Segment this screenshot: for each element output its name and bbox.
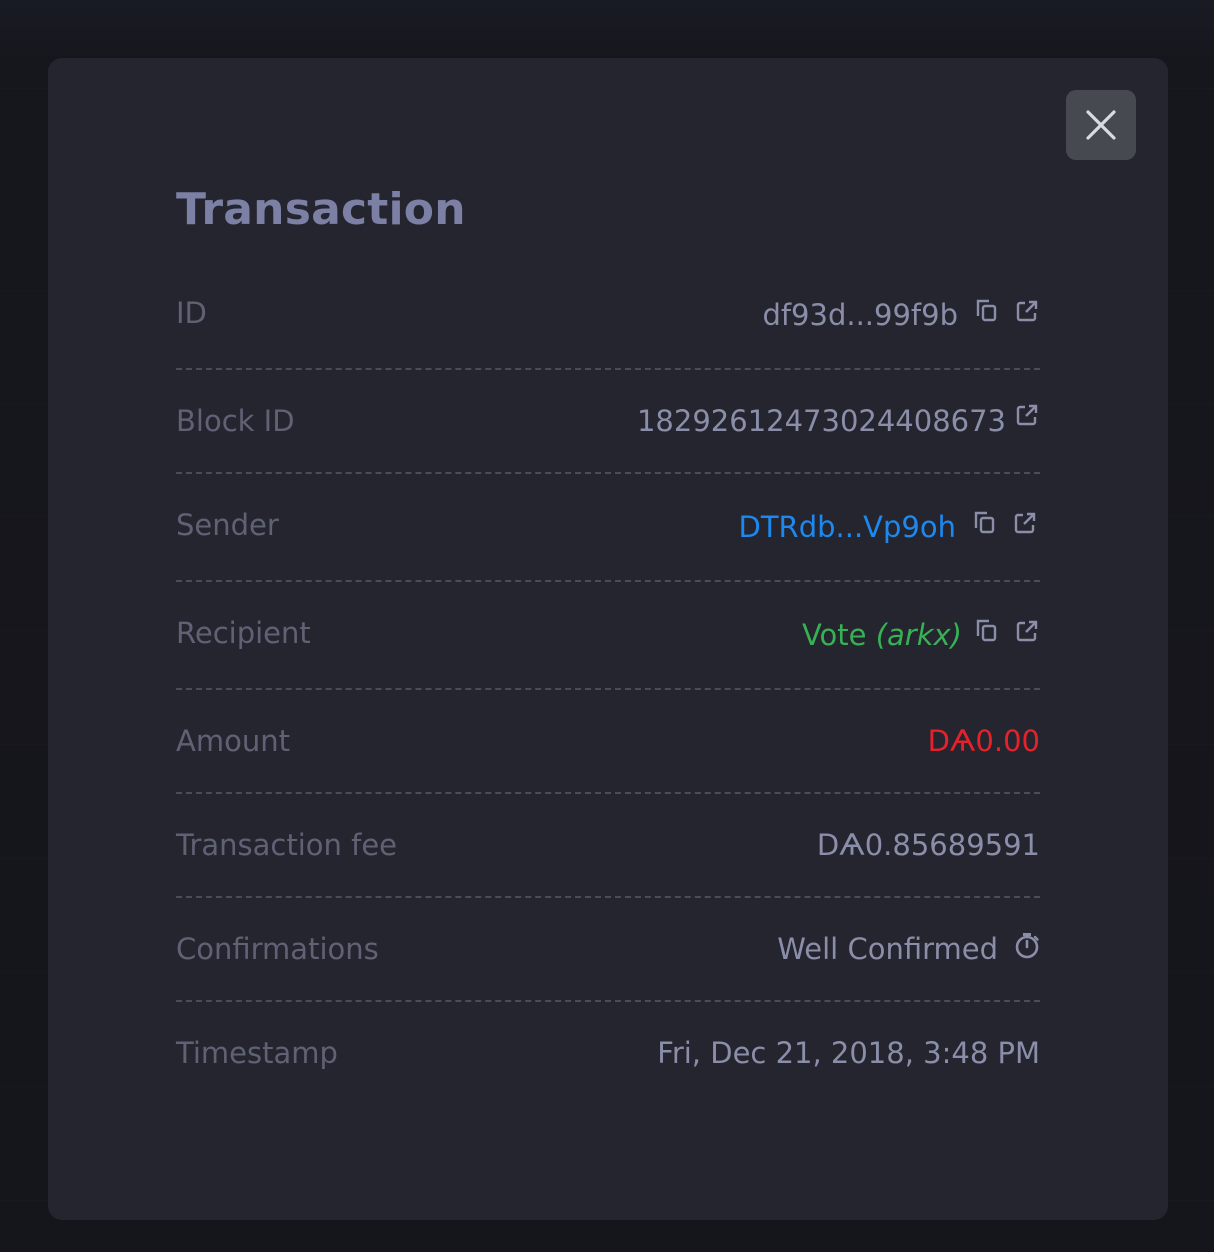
fee-label: Transaction fee (176, 828, 398, 862)
transaction-modal: Transaction ID df93d...99f9b Block ID 18… (48, 58, 1168, 1220)
block-id-link[interactable]: 1829261247302440867­3 (637, 404, 1006, 438)
close-button[interactable] (1066, 90, 1136, 160)
copy-icon[interactable] (974, 298, 1000, 324)
copy-icon[interactable] (974, 618, 1000, 644)
transaction-details: ID df93d...99f9b Block ID 18292612473024… (176, 262, 1040, 1104)
detail-row-fee: Transaction fee DѦ0.85689591 (176, 794, 1040, 898)
external-link-icon[interactable] (1012, 510, 1038, 536)
amount-value: DѦ0.00 (927, 724, 1040, 758)
sender-address-link[interactable]: DTRdb...Vp9oh (739, 510, 957, 544)
recipient-vote-link[interactable]: Vote (arkx) (802, 618, 962, 652)
detail-row-confirmations: Confirmations Well Confirmed (176, 898, 1040, 1002)
confirmations-value: Well Confirmed (777, 932, 998, 966)
detail-row-id: ID df93d...99f9b (176, 262, 1040, 370)
external-link-icon[interactable] (1014, 298, 1040, 324)
timestamp-label: Timestamp (176, 1036, 338, 1070)
id-label: ID (176, 296, 207, 330)
modal-title: Transaction (176, 184, 466, 235)
timestamp-value: Fri, Dec 21, 2018, 3:48 PM (657, 1036, 1040, 1070)
recipient-value-group: Vote (arkx) (802, 618, 1040, 652)
id-value-group: df93d...99f9b (762, 298, 1040, 332)
fee-value: DѦ0.85689591 (816, 828, 1040, 862)
transaction-id-link[interactable]: df93d...99f9b (762, 298, 958, 332)
detail-row-sender: Sender DTRdb...Vp9oh (176, 474, 1040, 582)
copy-icon[interactable] (972, 510, 998, 536)
detail-row-amount: Amount DѦ0.00 (176, 690, 1040, 794)
external-link-icon[interactable] (1014, 402, 1040, 428)
sender-value-group: DTRdb...Vp9oh (739, 510, 1039, 544)
external-link-icon[interactable] (1014, 618, 1040, 644)
close-icon (1086, 110, 1116, 140)
block-id-label: Block ID (176, 404, 295, 438)
sender-label: Sender (176, 508, 279, 542)
stopwatch-icon (1014, 932, 1040, 959)
recipient-delegate: (arkx) (875, 618, 962, 652)
detail-row-block-id: Block ID 1829261247302440867­3 (176, 370, 1040, 474)
recipient-label: Recipient (176, 616, 311, 650)
block-id-value-group: 1829261247302440867­3 (637, 404, 1040, 438)
detail-row-timestamp: Timestamp Fri, Dec 21, 2018, 3:48 PM (176, 1002, 1040, 1104)
confirmations-label: Confirmations (176, 932, 379, 966)
detail-row-recipient: Recipient Vote (arkx) (176, 582, 1040, 690)
amount-label: Amount (176, 724, 290, 758)
recipient-type: Vote (801, 618, 867, 652)
confirmations-value-group: Well Confirmed (777, 932, 1040, 966)
